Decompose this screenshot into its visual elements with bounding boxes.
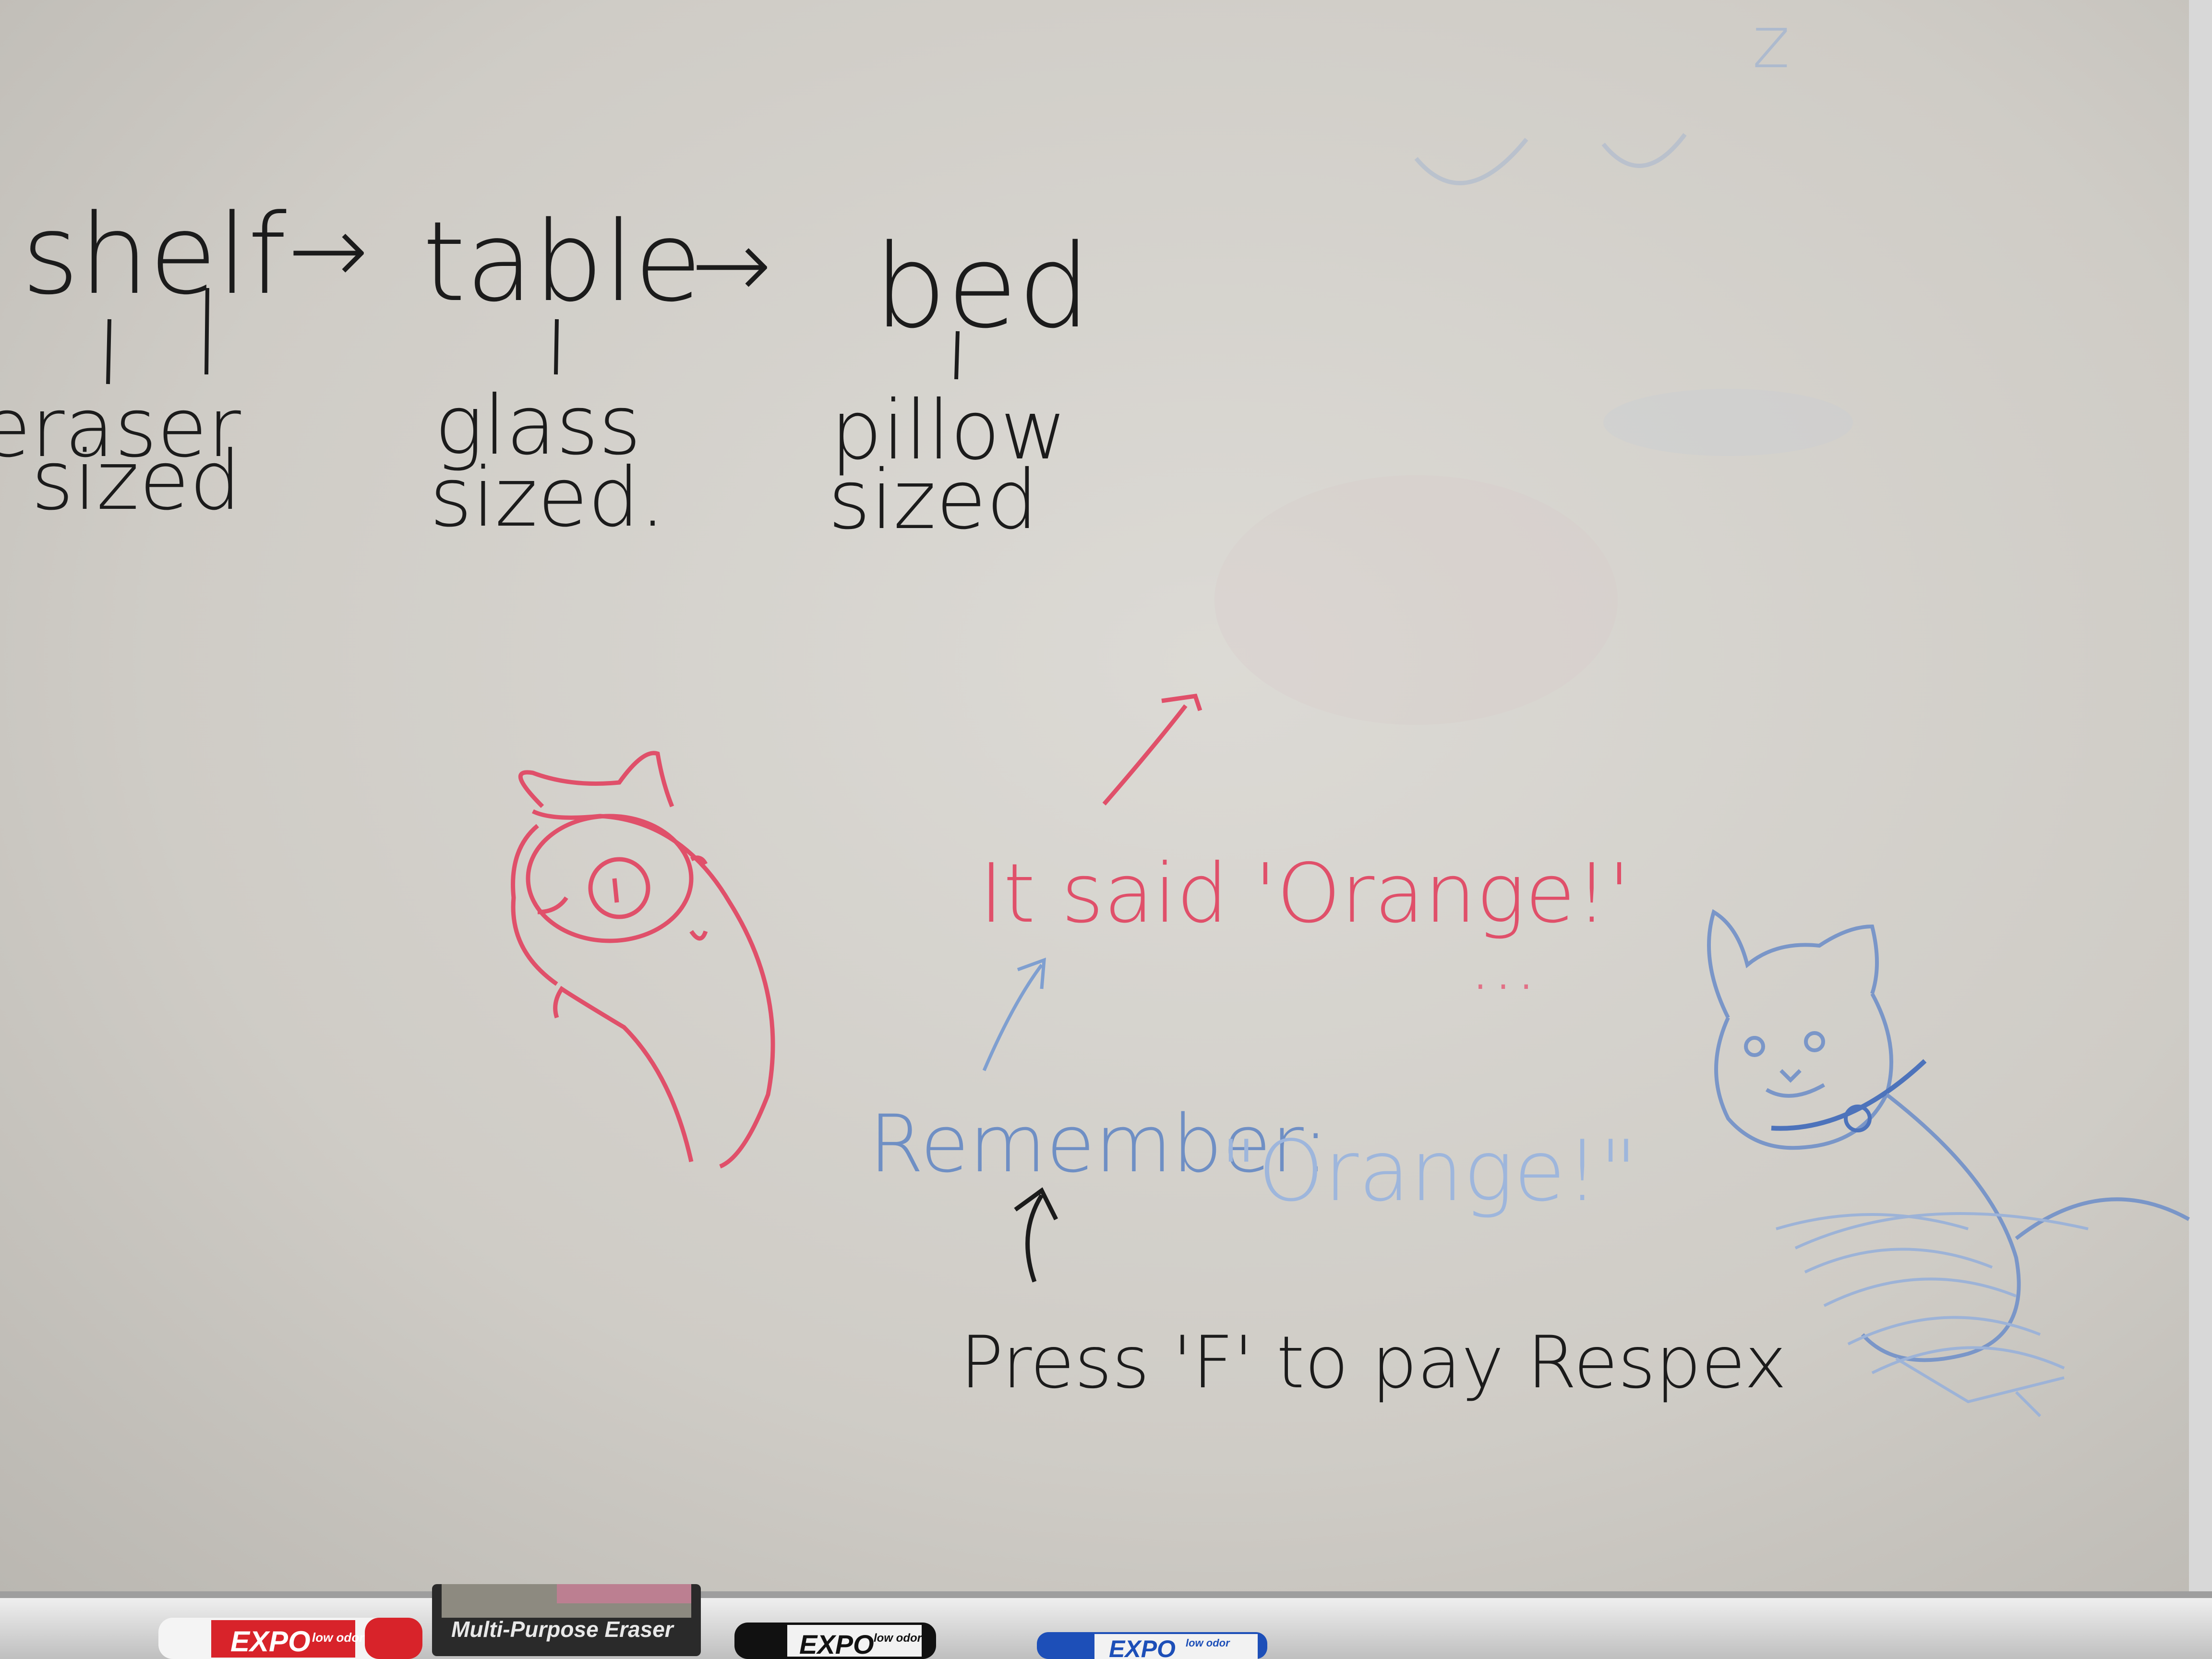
red-marker-sub: low odor: [312, 1630, 365, 1645]
connector-tick: [554, 319, 559, 375]
black-marker-sub: low odor: [874, 1632, 923, 1645]
arrow-2: →: [691, 209, 772, 321]
blue-marker[interactable]: EXPO low odor: [1037, 1632, 1267, 1659]
board-frame-right: [2189, 0, 2212, 1659]
word-bed: bed: [874, 219, 1091, 354]
size-table-2: sized.: [430, 450, 666, 545]
word-table: table: [422, 198, 702, 326]
smudge: [1214, 475, 1618, 725]
smudge: [1603, 389, 1853, 456]
whiteboard-scene: z shelf → table → bed eraser sized glass…: [0, 0, 2212, 1659]
arrow-1: →: [288, 194, 369, 306]
eraser-label: Multi-Purpose Eraser: [451, 1617, 674, 1642]
blue-marker-sub: low odor: [1186, 1637, 1230, 1649]
size-bed-2: sized: [828, 453, 1038, 548]
red-marker-brand: EXPO: [230, 1625, 311, 1658]
red-dots: ...: [1469, 923, 1538, 1006]
marker-tray: Multi-Purpose Eraser EXPO low odor EXPO …: [0, 1584, 2212, 1659]
eraser[interactable]: Multi-Purpose Eraser: [432, 1584, 701, 1656]
black-marker-brand: EXPO: [799, 1629, 874, 1659]
red-marker[interactable]: EXPO low odor: [158, 1618, 422, 1659]
connector-tick: [954, 331, 960, 380]
corner-mark: z: [1752, 1, 1790, 84]
black-marker[interactable]: EXPO low odor: [734, 1623, 936, 1659]
tray-lip: [0, 1591, 2212, 1598]
size-shelf-2: sized: [31, 433, 241, 529]
blue-note-quote: "Orange!": [1219, 1123, 1638, 1220]
blue-marker-brand: EXPO: [1109, 1635, 1176, 1659]
word-shelf: shelf: [22, 191, 287, 319]
black-note: Press 'F' to pay Respex: [960, 1321, 1787, 1405]
